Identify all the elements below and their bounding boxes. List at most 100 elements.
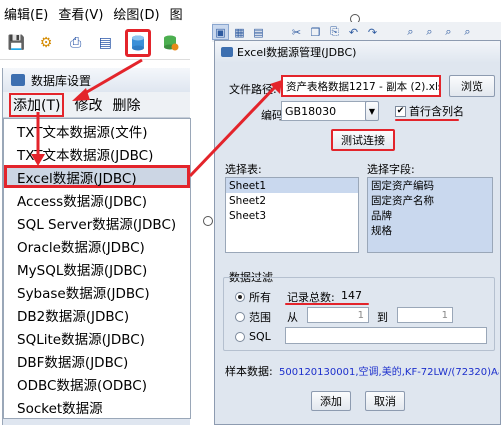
radio-all-label: 所有 xyxy=(249,291,271,304)
file-path-label: 文件路径: xyxy=(229,83,277,96)
from-stepper[interactable]: 1 xyxy=(307,307,369,323)
radio-unselected-icon-2[interactable] xyxy=(235,331,245,342)
radio-unselected-icon[interactable] xyxy=(235,312,245,322)
menubar: 编辑(E) 查看(V) 绘图(D) 图 xyxy=(0,0,190,26)
copy-icon[interactable]: ❐ xyxy=(307,24,324,40)
undo-icon[interactable]: ↶ xyxy=(345,24,362,40)
add-button[interactable]: 添加 xyxy=(311,391,351,411)
annotation-underline-total xyxy=(285,303,369,305)
radio-selected-icon[interactable] xyxy=(235,292,245,302)
table-list: Sheet1 Sheet2 Sheet3 xyxy=(225,177,359,253)
menu-item-mysql-jdbc[interactable]: MySQL数据源(JDBC) xyxy=(4,257,190,280)
annotation-underline-first-row xyxy=(395,119,459,121)
grid-icon[interactable]: ▦ xyxy=(231,24,248,40)
paste-icon[interactable]: ⎘ xyxy=(326,24,343,40)
field-item-asset-code[interactable]: 固定资产编码 xyxy=(368,178,492,193)
menu-item-db2-jdbc[interactable]: DB2数据源(JDBC) xyxy=(4,303,190,326)
table-item-sheet2[interactable]: Sheet2 xyxy=(226,193,358,208)
menu-draw[interactable]: 绘图(D) xyxy=(113,4,159,23)
save-icon[interactable]: 💾 xyxy=(6,32,27,54)
test-connection-button[interactable]: 测试连接 xyxy=(331,129,395,151)
excel-dialog-icon xyxy=(221,47,233,57)
menu-item-access-jdbc[interactable]: Access数据源(JDBC) xyxy=(4,188,190,211)
menu-item-txt-file[interactable]: TXT文本数据源(文件) xyxy=(4,119,190,142)
check-icon[interactable]: ✔ xyxy=(395,105,406,117)
radio-all[interactable]: 所有 xyxy=(235,289,271,305)
field-list: 固定资产编码 固定资产名称 品牌 规格 xyxy=(367,177,493,253)
to-stepper[interactable]: 1 xyxy=(397,307,453,323)
radio-sql-label: SQL xyxy=(249,330,271,343)
file-path-field[interactable]: 资产表格数据1217 - 副本 (2).xlsx xyxy=(281,75,441,97)
menu-item-socket[interactable]: Socket数据源 xyxy=(4,395,190,418)
screenshot-root: 编辑(E) 查看(V) 绘图(D) 图 💾 ⚙ ⎙ ▤ 数据库设置 添加(T) … xyxy=(0,0,501,425)
menu-item-sybase-jdbc[interactable]: Sybase数据源(JDBC) xyxy=(4,280,190,303)
excel-dialog-title: Excel数据源管理(JDBC) xyxy=(237,46,357,59)
zoom-fit-icon[interactable]: ⌕ xyxy=(440,24,457,40)
database-icon-small[interactable]: ▣ xyxy=(212,24,229,40)
selection-handle-left[interactable] xyxy=(203,216,213,226)
from-value: 1 xyxy=(357,309,364,321)
menu-item-oracle-jdbc[interactable]: Oracle数据源(JDBC) xyxy=(4,234,190,257)
table-item-sheet1[interactable]: Sheet1 xyxy=(226,178,358,193)
database-settings-icon xyxy=(11,74,25,86)
cut-icon[interactable]: ✂ xyxy=(288,24,305,40)
preview-icon[interactable]: ▤ xyxy=(95,32,116,54)
menu-item-sqlite-jdbc[interactable]: SQLite数据源(JDBC) xyxy=(4,326,190,349)
table-item-sheet3[interactable]: Sheet3 xyxy=(226,208,358,223)
sample-data-label: 样本数据: xyxy=(225,365,273,378)
select-fields-label: 选择字段: xyxy=(367,163,415,176)
designer-toolbar: ▣ ▦ ▤ ✂ ❐ ⎘ ↶ ↷ ⌕ ⌕ ⌕ ⌕ xyxy=(212,22,501,42)
excel-datasource-dialog: Excel数据源管理(JDBC) 文件路径: 资产表格数据1217 - 副本 (… xyxy=(214,40,501,425)
print-icon[interactable]: ⎙ xyxy=(65,32,86,54)
radio-range[interactable]: 范围 xyxy=(235,309,271,325)
dialog-titlebar: 数据库设置 xyxy=(3,68,190,92)
zoom-out-icon[interactable]: ⌕ xyxy=(421,24,438,40)
menu-item-excel-jdbc[interactable]: Excel数据源(JDBC) xyxy=(4,165,190,188)
menu-item-odbc[interactable]: ODBC数据源(ODBC) xyxy=(4,372,190,395)
from-label: 从 xyxy=(287,311,298,324)
sample-data-value: 500120130001,空调,美的,KF-72LW/(72320)Aa xyxy=(279,367,499,378)
cancel-button[interactable]: 取消 xyxy=(365,391,405,411)
delete-menu[interactable]: 删除 xyxy=(112,95,140,115)
gear-icon[interactable]: ⚙ xyxy=(36,32,57,54)
sql-input[interactable] xyxy=(285,327,487,344)
edit-menu[interactable]: 修改 xyxy=(74,95,102,115)
menu-edit[interactable]: 编辑(E) xyxy=(4,4,48,23)
zoom-in-icon[interactable]: ⌕ xyxy=(402,24,419,40)
excel-dialog-titlebar: Excel数据源管理(JDBC) xyxy=(215,41,500,63)
menu-item-sqlserver-jdbc[interactable]: SQL Server数据源(JDBC) xyxy=(4,211,190,234)
database-icon[interactable] xyxy=(124,28,152,57)
dialog-menubar: 添加(T) 修改 删除 xyxy=(3,92,190,118)
add-menu[interactable]: 添加(T) xyxy=(9,92,65,117)
datasource-dropdown: TXT文本数据源(文件) TXT文本数据源(JDBC) Excel数据源(JDB… xyxy=(3,118,191,419)
redo-icon[interactable]: ↷ xyxy=(364,24,381,40)
to-value: 1 xyxy=(441,309,448,321)
to-label: 到 xyxy=(377,311,388,324)
blank-icon-2[interactable] xyxy=(383,24,400,40)
radio-range-label: 范围 xyxy=(249,311,271,324)
main-toolbar: 💾 ⚙ ⎙ ▤ xyxy=(0,26,190,60)
chevron-down-icon[interactable]: ▼ xyxy=(365,101,379,121)
total-records-value: 147 xyxy=(341,289,362,302)
menu-more[interactable]: 图 xyxy=(170,4,183,23)
encoding-label: 编码 xyxy=(261,109,283,122)
menu-item-dbf-jdbc[interactable]: DBF数据源(JDBC) xyxy=(4,349,190,372)
encoding-value: GB18030 xyxy=(285,104,337,118)
database-refresh-icon[interactable] xyxy=(160,32,181,54)
field-item-spec[interactable]: 规格 xyxy=(368,223,492,238)
menu-view[interactable]: 查看(V) xyxy=(58,4,103,23)
encoding-select[interactable]: GB18030 xyxy=(281,101,377,121)
field-item-brand[interactable]: 品牌 xyxy=(368,208,492,223)
browse-button[interactable]: 浏览 xyxy=(449,75,495,97)
zoom-actual-icon[interactable]: ⌕ xyxy=(459,24,476,40)
table-icon[interactable]: ▤ xyxy=(250,24,267,40)
first-row-checkbox[interactable]: ✔ 首行含列名 xyxy=(395,103,464,119)
database-settings-dialog: 数据库设置 添加(T) 修改 删除 TXT文本数据源(文件) TXT文本数据源(… xyxy=(2,68,191,425)
select-table-label: 选择表: xyxy=(225,163,262,176)
menu-item-txt-jdbc[interactable]: TXT文本数据源(JDBC) xyxy=(4,142,190,165)
dialog-title: 数据库设置 xyxy=(31,73,92,88)
first-row-label: 首行含列名 xyxy=(409,105,464,118)
blank-icon[interactable] xyxy=(269,24,286,40)
radio-sql[interactable]: SQL xyxy=(235,330,271,343)
field-item-asset-name[interactable]: 固定资产名称 xyxy=(368,193,492,208)
